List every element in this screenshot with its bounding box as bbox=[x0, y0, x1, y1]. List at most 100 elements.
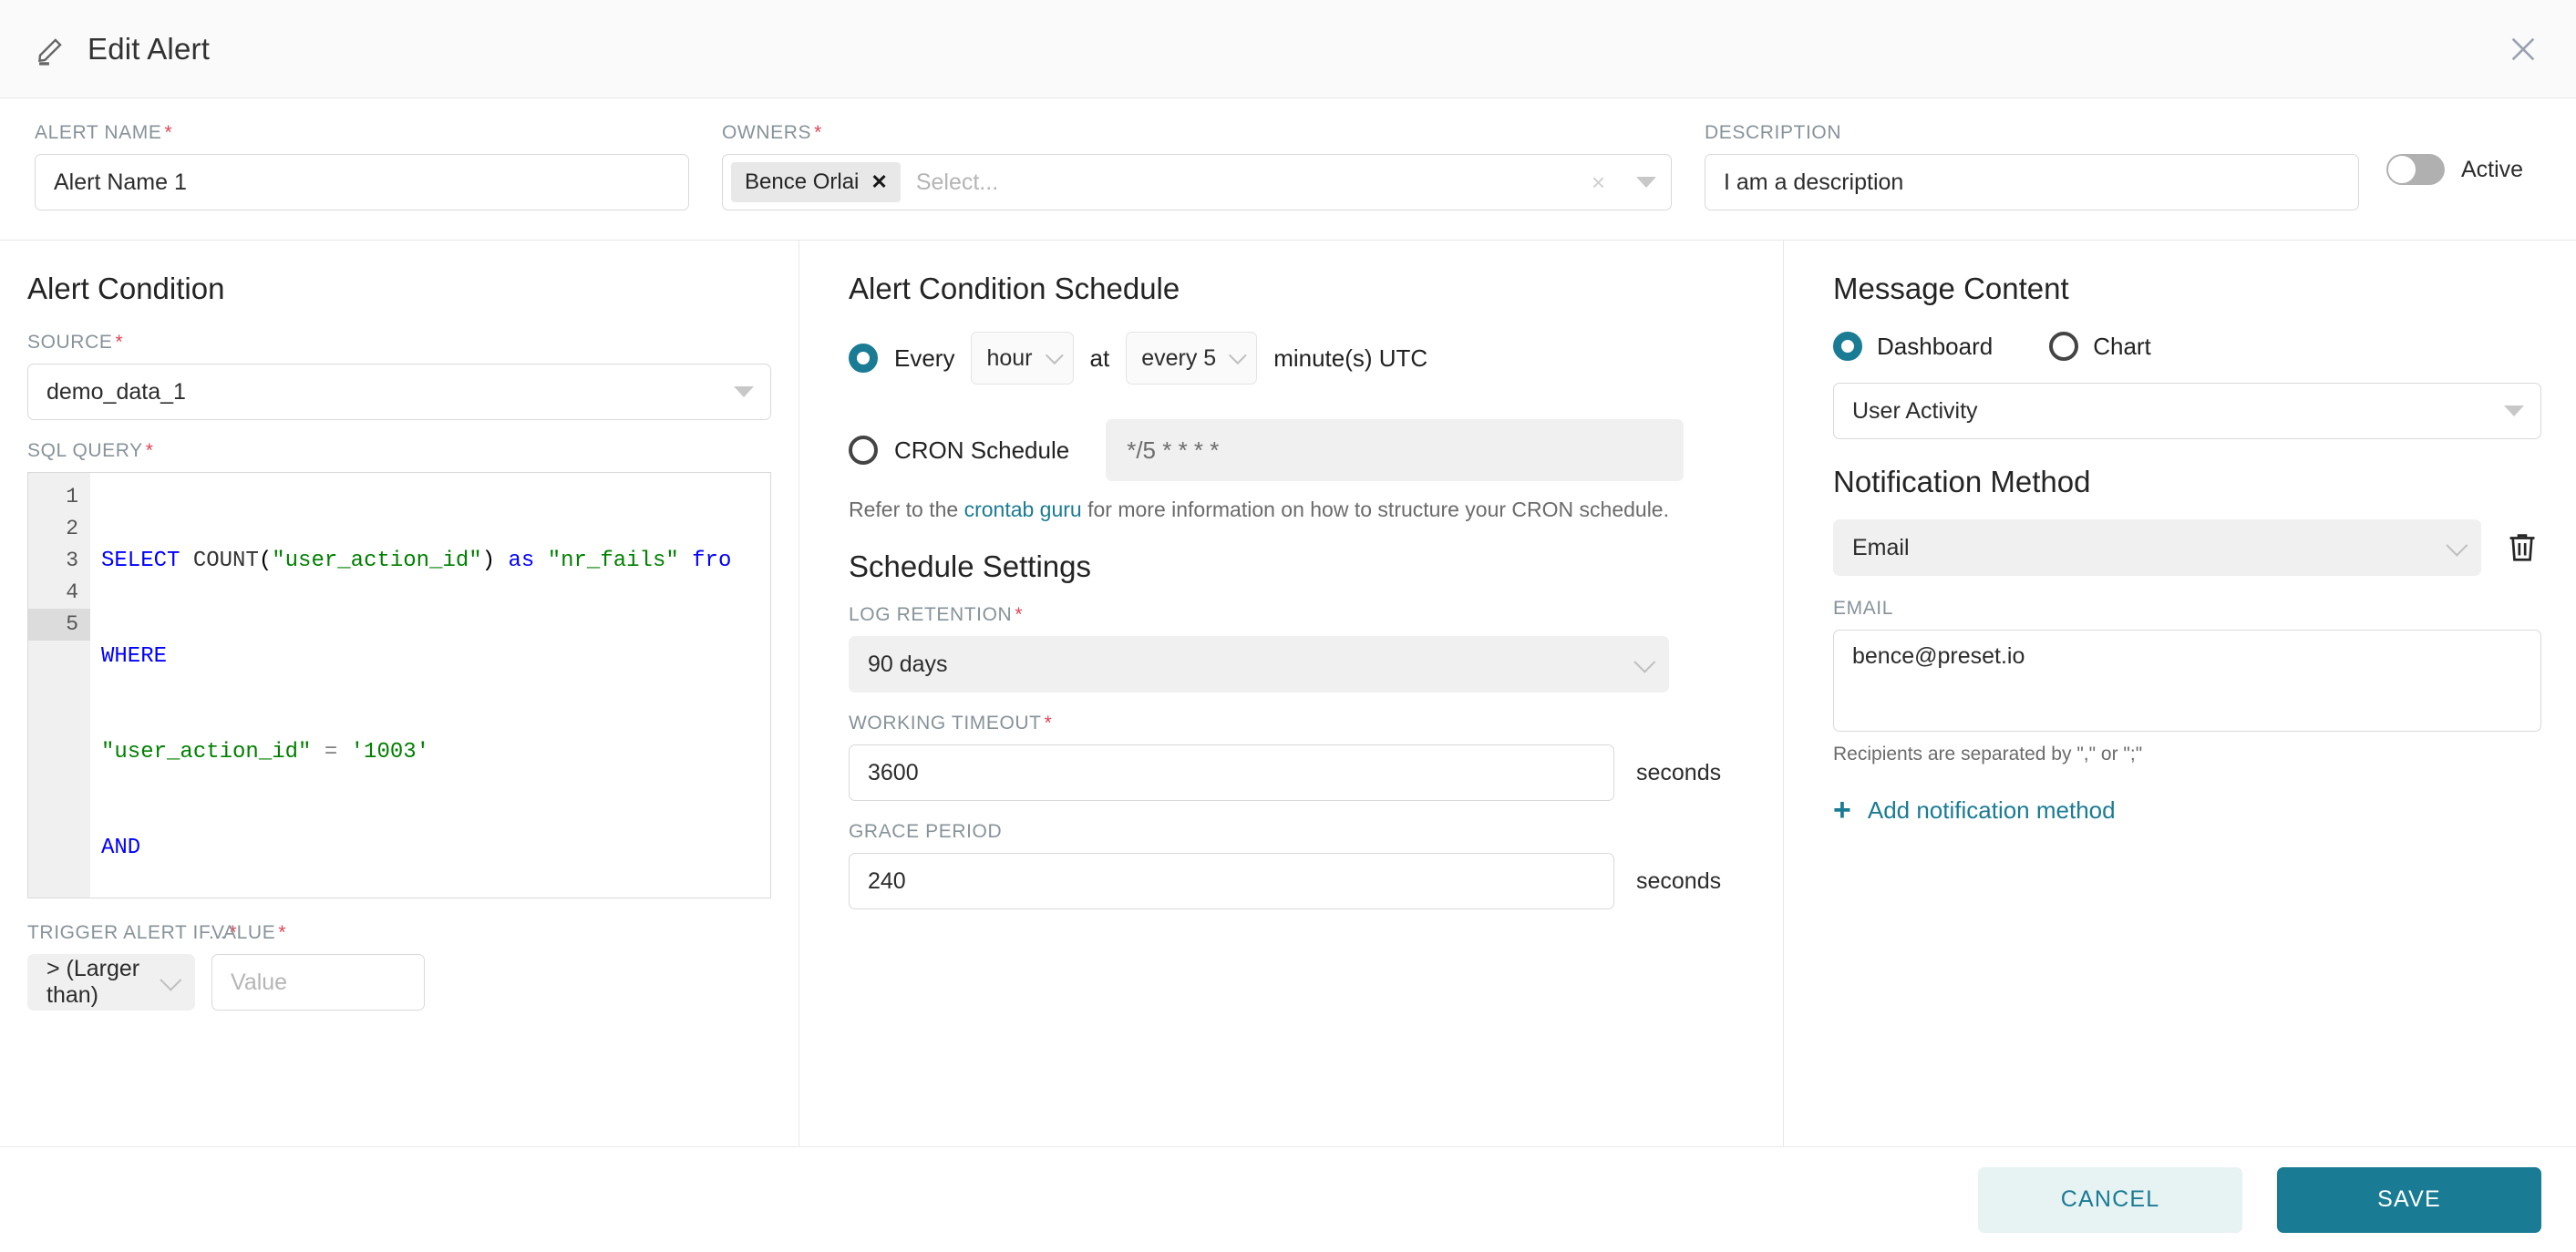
sql-line-number: 1 bbox=[66, 485, 78, 508]
chevron-down-icon[interactable] bbox=[1636, 177, 1656, 188]
chevron-down-icon[interactable] bbox=[2504, 405, 2524, 416]
radio-every-schedule[interactable] bbox=[849, 344, 878, 373]
alert-condition-title: Alert Condition bbox=[27, 272, 225, 305]
notification-method-title: Notification Method bbox=[1833, 465, 2091, 498]
trigger-alert-select[interactable]: > (Larger than) bbox=[27, 954, 195, 1011]
page-title: Edit Alert bbox=[88, 31, 211, 66]
owners-placeholder: Select... bbox=[915, 169, 999, 195]
value-field: VALUE * Value bbox=[211, 922, 425, 1011]
required-marker: * bbox=[278, 922, 287, 943]
chevron-down-icon[interactable] bbox=[734, 386, 754, 397]
required-marker: * bbox=[1015, 604, 1024, 625]
working-timeout-label: WORKING TIMEOUT * bbox=[849, 713, 1053, 734]
trigger-alert-label: TRIGGER ALERT IF... * bbox=[27, 922, 238, 943]
sql-code-area[interactable]: SELECT COUNT("user_action_id") as "nr_fa… bbox=[90, 473, 770, 898]
modal-header: Edit Alert bbox=[0, 0, 2576, 98]
cron-schedule-row: CRON Schedule */5 * * * * bbox=[849, 419, 1743, 481]
grace-period-label: GRACE PERIOD bbox=[849, 821, 1003, 842]
required-marker: * bbox=[814, 122, 822, 143]
sql-line: WHERE bbox=[101, 644, 168, 669]
save-button[interactable]: SAVE bbox=[2277, 1166, 2541, 1233]
sql-line: SELECT COUNT("user_action_id") as "nr_fa… bbox=[101, 549, 732, 573]
chevron-down-icon[interactable] bbox=[1633, 651, 1656, 673]
add-notification-method-label: Add notification method bbox=[1867, 795, 2116, 824]
working-timeout-row: 3600 seconds bbox=[849, 744, 1743, 801]
email-label: EMAIL bbox=[1833, 598, 1894, 619]
source-select[interactable]: demo_data_1 bbox=[27, 364, 771, 420]
modal-header-left: Edit Alert bbox=[35, 32, 210, 67]
minutes-utc-label: minute(s) UTC bbox=[1273, 344, 1428, 372]
content-type-row: Dashboard Chart bbox=[1833, 332, 2541, 361]
required-marker: * bbox=[145, 440, 154, 461]
owners-select[interactable]: Bence Orlai ✕ Select... × bbox=[722, 154, 1672, 210]
trigger-alert-value: > (Larger than) bbox=[46, 956, 140, 1008]
chevron-down-icon[interactable] bbox=[1229, 346, 1247, 365]
schedule-settings-title: Schedule Settings bbox=[849, 549, 1092, 583]
cron-expression-input[interactable]: */5 * * * * bbox=[1106, 419, 1685, 481]
chevron-down-icon[interactable] bbox=[1045, 346, 1064, 365]
radio-chart-wrap: Chart bbox=[2049, 332, 2151, 361]
modal-body: Alert Condition SOURCE * demo_data_1 SQL … bbox=[0, 241, 2576, 1146]
active-toggle[interactable] bbox=[2386, 154, 2445, 185]
radio-dashboard-label: Dashboard bbox=[1877, 332, 1994, 360]
dashboard-select[interactable]: User Activity bbox=[1833, 383, 2541, 439]
alert-condition-panel: Alert Condition SOURCE * demo_data_1 SQL … bbox=[0, 241, 799, 1146]
value-input[interactable]: Value bbox=[211, 954, 425, 1011]
modal-footer: CANCEL SAVE bbox=[0, 1146, 2576, 1252]
every-schedule-row: Every hour at every 5 minute(s) UTC bbox=[849, 332, 1743, 385]
schedule-unit-value: hour bbox=[986, 344, 1033, 371]
owner-chip[interactable]: Bence Orlai ✕ bbox=[731, 162, 901, 202]
crontab-guru-link[interactable]: crontab guru bbox=[964, 498, 1082, 521]
sql-query-label: SQL QUERY * bbox=[27, 440, 154, 461]
chevron-down-icon[interactable] bbox=[2446, 534, 2468, 557]
required-marker: * bbox=[1044, 713, 1053, 734]
schedule-minute-select[interactable]: every 5 bbox=[1126, 332, 1258, 385]
description-field: DESCRIPTION I am a description bbox=[1705, 122, 2359, 210]
sql-line-number: 4 bbox=[66, 580, 78, 604]
close-icon[interactable] bbox=[2505, 31, 2541, 67]
alert-name-input[interactable]: Alert Name 1 bbox=[35, 154, 689, 210]
cron-help-prefix: Refer to the bbox=[849, 498, 964, 521]
owner-chip-remove-icon[interactable]: ✕ bbox=[871, 172, 887, 192]
log-retention-select[interactable]: 90 days bbox=[849, 636, 1669, 693]
dashboard-select-value: User Activity bbox=[1852, 397, 1978, 424]
log-retention-label: LOG RETENTION * bbox=[849, 604, 1024, 625]
required-marker: * bbox=[115, 332, 124, 353]
cancel-button[interactable]: CANCEL bbox=[1978, 1166, 2242, 1233]
owners-actions: × bbox=[1592, 170, 1656, 194]
clear-icon[interactable]: × bbox=[1592, 170, 1605, 194]
sql-query-editor[interactable]: 1 2 3 4 5 SELECT COUNT("user_action_id")… bbox=[27, 472, 771, 898]
trigger-alert-field: TRIGGER ALERT IF... * > (Larger than) bbox=[27, 922, 238, 1011]
sql-gutter: 1 2 3 4 5 bbox=[28, 473, 90, 898]
email-recipients-input[interactable]: bence@preset.io bbox=[1833, 630, 2541, 732]
toggle-knob bbox=[2388, 156, 2416, 183]
source-select-value: demo_data_1 bbox=[46, 378, 186, 405]
radio-chart[interactable] bbox=[2049, 332, 2079, 361]
active-toggle-label: Active bbox=[2461, 156, 2524, 182]
grace-period-unit: seconds bbox=[1636, 867, 1722, 894]
sql-line-number: 5 bbox=[28, 609, 90, 641]
description-input[interactable]: I am a description bbox=[1705, 154, 2359, 210]
notification-method-select[interactable]: Email bbox=[1833, 519, 2481, 576]
cron-help-suffix: for more information on how to structure… bbox=[1081, 498, 1669, 521]
radio-cron-schedule[interactable] bbox=[849, 436, 878, 465]
trash-icon[interactable] bbox=[2505, 528, 2541, 568]
trigger-row: TRIGGER ALERT IF... * > (Larger than) VAL… bbox=[27, 922, 771, 1011]
schedule-unit-select[interactable]: hour bbox=[971, 332, 1074, 385]
grace-period-row: 240 seconds bbox=[849, 853, 1743, 909]
owner-chip-label: Bence Orlai bbox=[745, 169, 860, 194]
grace-period-input[interactable]: 240 bbox=[849, 853, 1614, 909]
description-label: DESCRIPTION bbox=[1705, 122, 1842, 143]
add-notification-method-button[interactable]: + Add notification method bbox=[1833, 795, 2541, 826]
message-content-title: Message Content bbox=[1833, 272, 2069, 305]
email-helper-text: Recipients are separated by "," or ";" bbox=[1833, 744, 2143, 765]
source-label: SOURCE * bbox=[27, 332, 124, 353]
sql-line-number: 2 bbox=[66, 517, 78, 540]
owners-label: OWNERS * bbox=[722, 122, 822, 143]
alert-name-label: ALERT NAME * bbox=[35, 122, 173, 143]
working-timeout-unit: seconds bbox=[1636, 759, 1722, 785]
working-timeout-input[interactable]: 3600 bbox=[849, 744, 1614, 801]
radio-dashboard[interactable] bbox=[1833, 332, 1862, 361]
log-retention-value: 90 days bbox=[868, 651, 948, 677]
cron-help-text: Refer to the crontab guru for more infor… bbox=[849, 498, 1743, 522]
